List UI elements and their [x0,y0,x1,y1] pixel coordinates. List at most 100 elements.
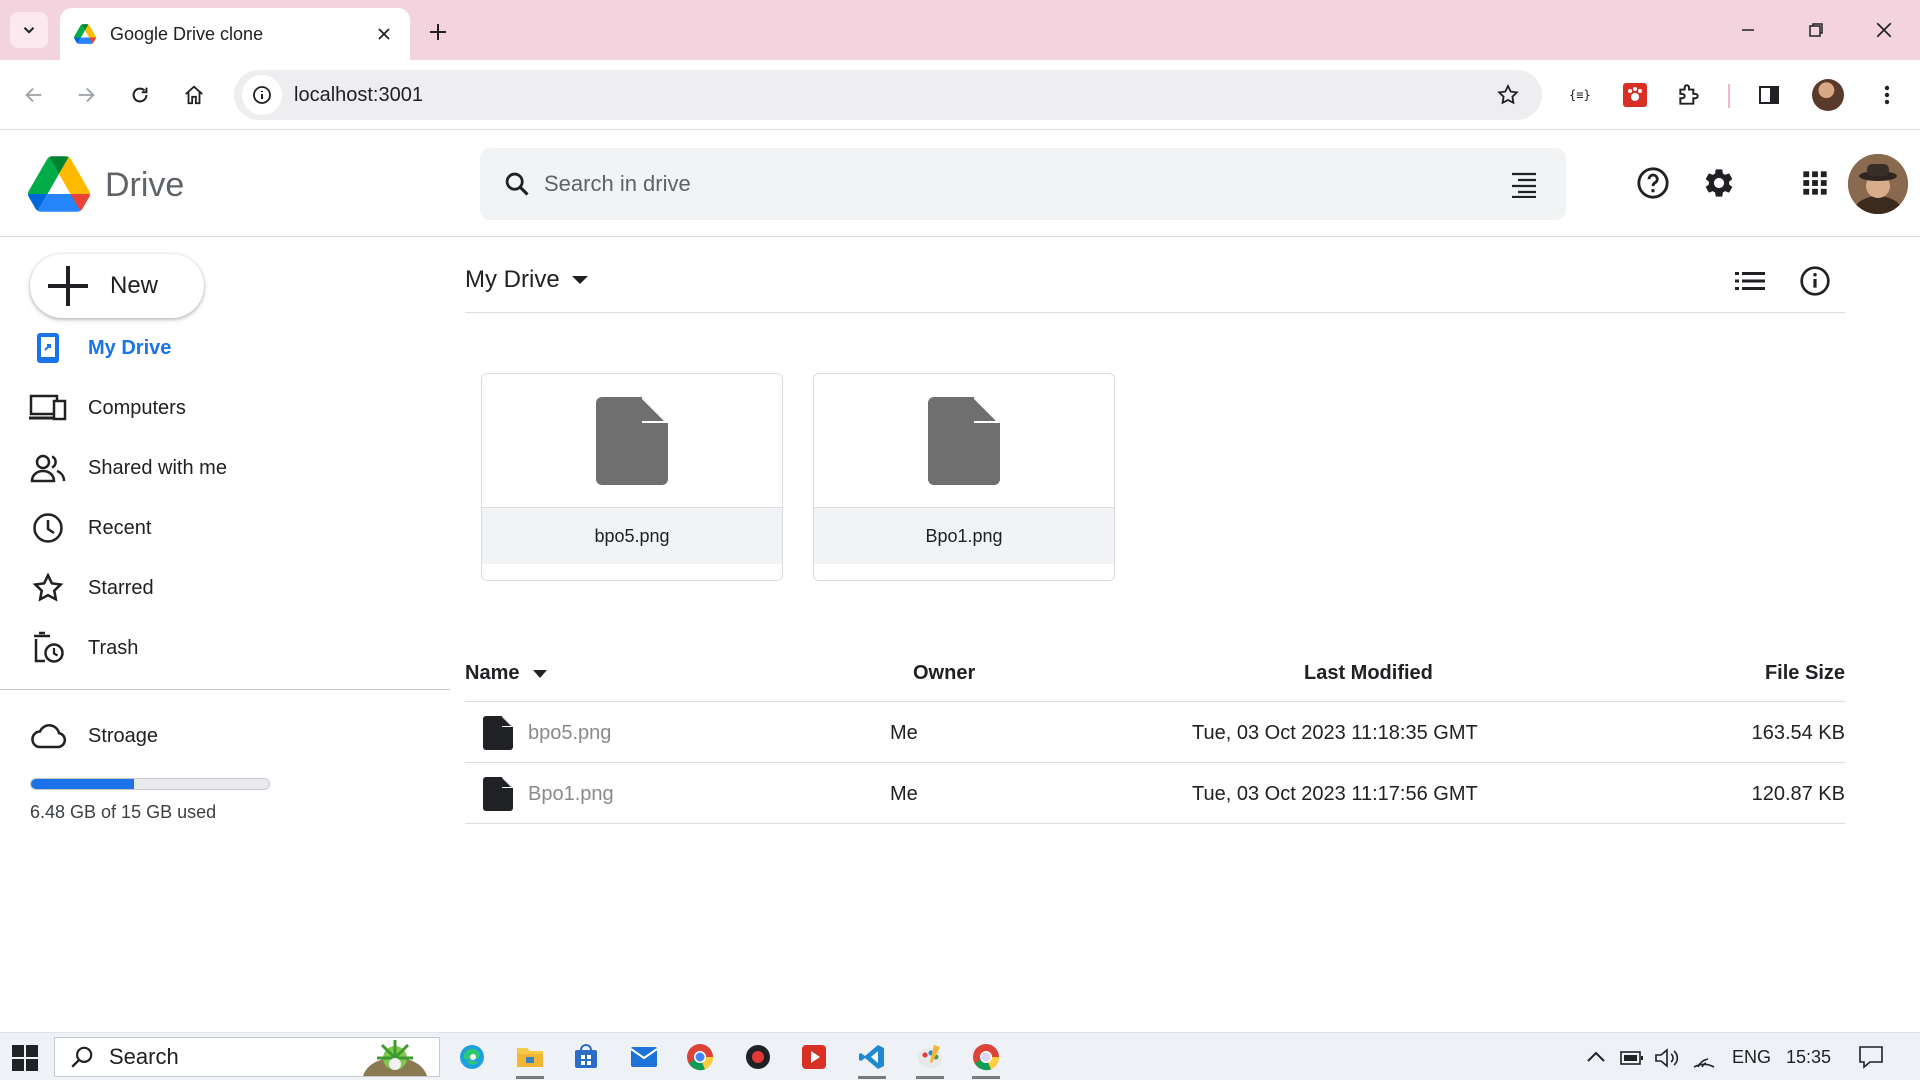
browser-toolbar: localhost:3001 {≡} [0,60,1920,130]
details-button[interactable] [1792,258,1838,304]
table-row[interactable]: bpo5.png Me Tue, 03 Oct 2023 11:18:35 GM… [465,702,1845,763]
url-text[interactable]: localhost:3001 [294,84,1488,107]
windows-start-icon[interactable] [12,1045,38,1071]
browser-tabstrip: Google Drive clone [0,0,1920,60]
taskbar-chrome[interactable] [680,1039,720,1075]
taskbar-edge[interactable] [452,1039,492,1075]
extensions-button[interactable] [1670,76,1708,114]
my-drive-icon [28,328,68,368]
sidebar-item-storage[interactable]: Stroage [28,712,428,760]
sidebar-item-my-drive[interactable]: My Drive [28,324,428,372]
taskbar-media-app[interactable] [794,1039,834,1075]
paw-extension-icon [1623,83,1647,107]
files-table: Name Owner Last Modified File Size bpo5.… [465,638,1845,824]
taskbar-vscode[interactable] [852,1039,892,1079]
sidebar-item-shared[interactable]: Shared with me [28,444,428,492]
search-icon[interactable] [498,165,536,203]
tab-search-button[interactable] [10,12,48,48]
main-content: My Drive bpo5.png Bpo1.png Name Owner La… [465,238,1845,1028]
sidebar-item-trash[interactable]: Trash [28,624,428,672]
taskbar-search[interactable]: Search [54,1037,440,1077]
chevron-up-icon[interactable] [1586,1049,1606,1065]
minimize-button[interactable] [1718,10,1778,50]
trash-icon [28,628,68,668]
drive-logo-icon[interactable] [28,156,90,212]
sidebar-item-recent[interactable]: Recent [28,504,428,552]
file-card[interactable]: bpo5.png [481,373,783,581]
cloud-icon [28,716,68,756]
home-button[interactable] [174,75,214,115]
sidebar-item-starred[interactable]: Starred [28,564,428,612]
help-icon [1637,167,1669,199]
file-owner: Me [890,783,918,805]
taskbar-file-explorer[interactable] [510,1039,550,1079]
browser-tab[interactable]: Google Drive clone [60,8,410,60]
tab-close-button[interactable] [372,22,396,46]
mail-icon [630,1047,658,1067]
shared-icon [28,448,68,488]
language-indicator[interactable]: ENG [1732,1047,1771,1068]
extension-red-button[interactable] [1616,76,1654,114]
clock-icon [28,508,68,548]
breadcrumb-label: My Drive [465,266,560,293]
taskbar-recorder[interactable] [738,1039,778,1075]
settings-button[interactable] [1696,160,1742,206]
sidebar-item-label: Starred [88,576,154,599]
extension-json-button[interactable]: {≡} [1562,76,1600,114]
new-button[interactable]: New [30,254,204,318]
browser-menu-button[interactable] [1868,76,1906,114]
browser-profile-avatar[interactable] [1812,79,1844,111]
sidebar-item-computers[interactable]: Computers [28,384,428,432]
wifi-icon[interactable] [1692,1047,1716,1069]
new-tab-button[interactable] [420,14,456,50]
restore-button[interactable] [1786,10,1846,50]
computers-icon [28,388,68,428]
apps-button[interactable] [1792,160,1838,206]
help-button[interactable] [1630,160,1676,206]
paint-icon [918,1045,942,1068]
search-input[interactable] [544,164,1504,204]
volume-icon[interactable] [1654,1047,1680,1069]
search-icon [71,1046,93,1068]
reload-button[interactable] [120,75,160,115]
search-bar [480,148,1566,220]
file-card-preview [814,374,1114,508]
home-icon [185,85,203,105]
taskbar-store[interactable] [566,1039,606,1075]
taskbar-chrome-active[interactable] [966,1039,1006,1079]
user-avatar[interactable] [1848,154,1908,214]
more-vertical-icon [1884,85,1890,105]
close-window-button[interactable] [1854,10,1914,50]
address-bar[interactable]: localhost:3001 [234,70,1542,120]
chevron-down-icon [23,27,35,34]
file-name[interactable]: Bpo1.png [528,783,614,806]
star-icon [28,568,68,608]
store-icon [575,1044,597,1068]
side-panel-button[interactable] [1750,76,1788,114]
clock-time[interactable]: 15:35 [1786,1047,1831,1068]
file-card-preview [482,374,782,508]
header-file-size: File Size [1764,662,1845,684]
breadcrumb[interactable]: My Drive [465,266,588,294]
taskbar-paint[interactable] [910,1039,950,1079]
taskbar-search-label: Search [109,1044,179,1069]
file-card-name: Bpo1.png [814,508,1114,564]
file-card[interactable]: Bpo1.png [813,373,1115,581]
notifications-icon[interactable] [1858,1045,1884,1069]
file-owner: Me [890,722,918,744]
forward-button[interactable] [66,75,106,115]
json-extension-icon: {≡} [1569,88,1591,102]
toolbar-separator [1728,84,1730,108]
file-name[interactable]: bpo5.png [528,722,611,745]
back-button[interactable] [14,75,54,115]
list-view-button[interactable] [1727,258,1773,304]
table-row[interactable]: Bpo1.png Me Tue, 03 Oct 2023 11:17:56 GM… [465,763,1845,824]
taskbar-mail[interactable] [624,1039,664,1075]
bookmark-button[interactable] [1488,75,1528,115]
search-options-icon[interactable] [1504,164,1544,204]
file-card-name: bpo5.png [482,508,782,564]
site-info-button[interactable] [242,75,282,115]
battery-icon[interactable] [1620,1050,1644,1066]
star-icon [1497,83,1519,105]
header-name[interactable]: Name [465,662,548,685]
